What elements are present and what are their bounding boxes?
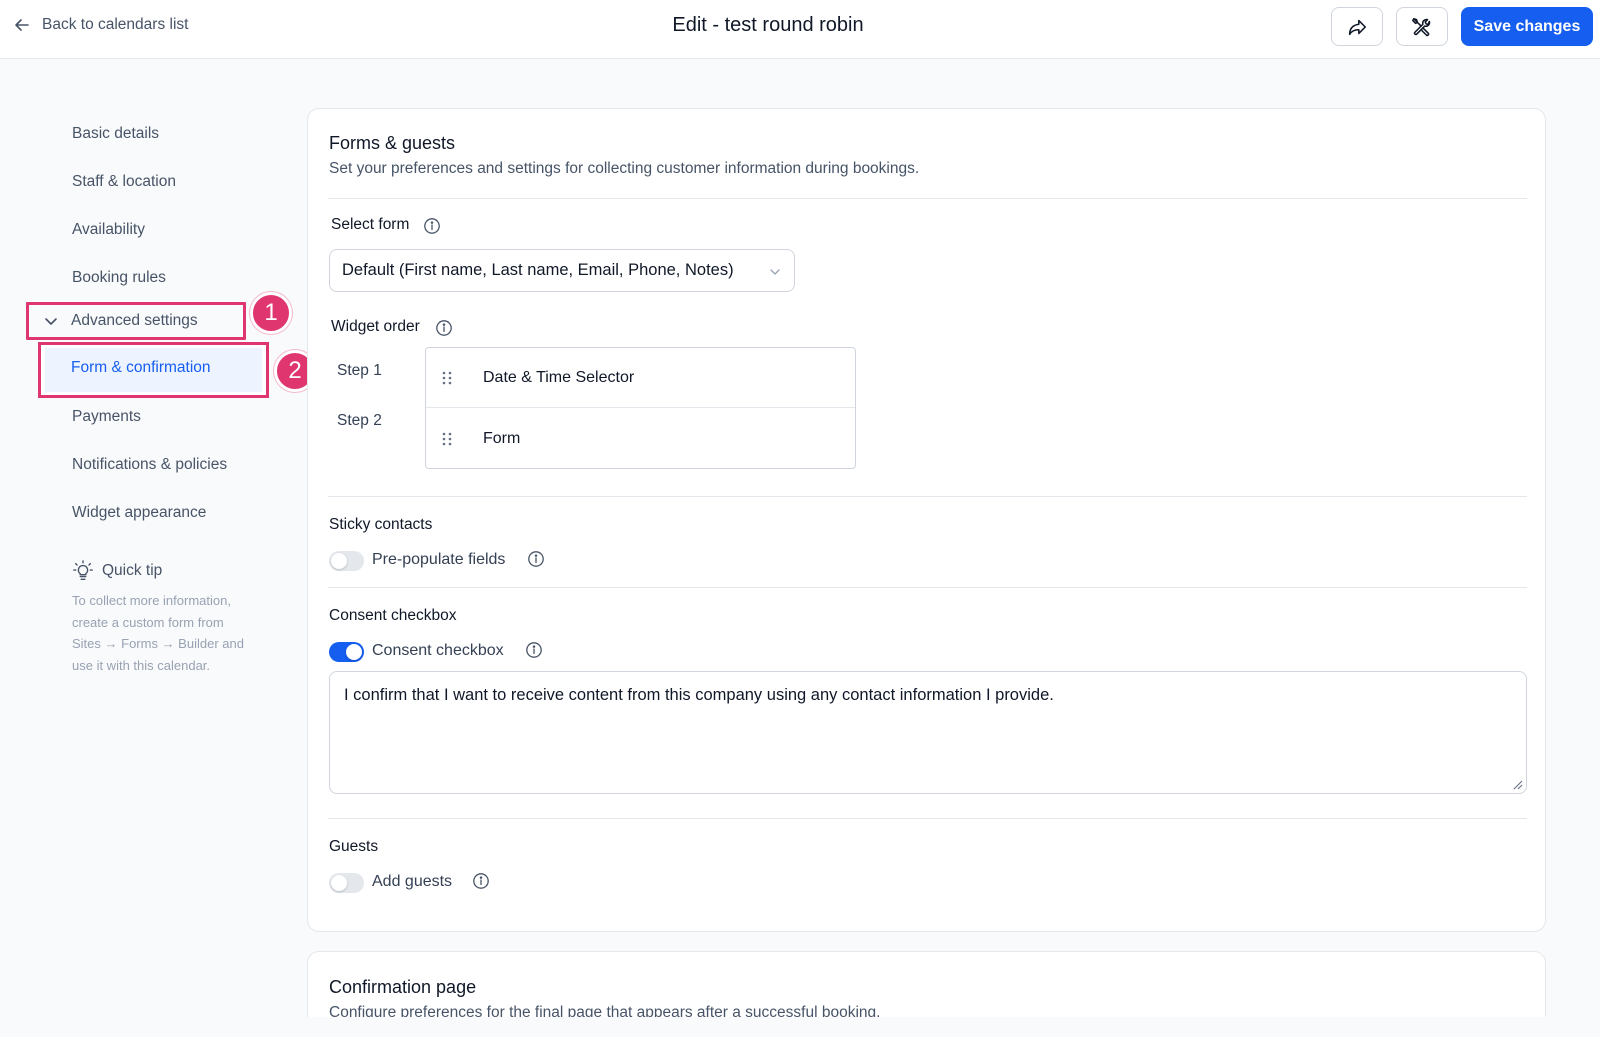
resize-icon[interactable] — [1511, 778, 1523, 790]
page-bottom-edge — [0, 1017, 1600, 1037]
sidebar-item-notifications-policies[interactable]: Notifications & policies — [72, 456, 227, 474]
forms-guests-description: Set your preferences and settings for co… — [329, 160, 920, 177]
confirmation-page-title: Confirmation page — [329, 977, 477, 997]
divider — [328, 587, 1527, 588]
add-guests-label: Add guests — [372, 873, 453, 890]
save-changes-button[interactable]: Save changes — [1461, 7, 1593, 46]
sidebar-item-form-confirmation[interactable]: Form & confirmation — [38, 342, 269, 398]
sidebar-item-availability[interactable]: Availability — [72, 221, 145, 239]
add-guests-toggle[interactable] — [329, 873, 364, 893]
sidebar-item-basic-details[interactable]: Basic details — [72, 125, 159, 143]
form-select-value: Default (First name, Last name, Email, P… — [342, 261, 734, 279]
quick-tip-heading: Quick tip — [72, 560, 162, 582]
info-icon[interactable] — [435, 319, 453, 337]
sidebar-item-advanced-settings[interactable]: Advanced settings — [26, 302, 246, 340]
pre-populate-toggle[interactable] — [329, 551, 364, 571]
sidebar-item-staff-location[interactable]: Staff & location — [72, 173, 176, 191]
widget-order-item[interactable]: Form — [426, 409, 855, 469]
forms-guests-title: Forms & guests — [329, 133, 456, 153]
share-icon — [1348, 19, 1367, 35]
toggle-knob — [331, 553, 347, 569]
sidebar-item-booking-rules[interactable]: Booking rules — [72, 269, 166, 287]
lightbulb-icon — [73, 560, 93, 580]
forms-guests-card — [307, 108, 1546, 932]
share-button[interactable] — [1331, 7, 1383, 46]
quick-tip-line: Sites → Forms → Builder and — [72, 636, 244, 651]
quick-tip-line: create a custom form from — [72, 614, 224, 630]
widget-name: Form — [483, 430, 521, 447]
tools-icon — [1412, 17, 1431, 36]
quick-tip-title: Quick tip — [102, 562, 163, 579]
page-title: Edit - test round robin — [672, 14, 864, 36]
pre-populate-label: Pre-populate fields — [372, 551, 506, 568]
quick-tip-line: use it with this calendar. — [72, 657, 211, 673]
form-confirmation-label: Form & confirmation — [71, 359, 211, 376]
consent-text: I confirm that I want to receive content… — [344, 686, 1054, 704]
top-bar: Back to calendars list Edit - test round… — [0, 0, 1600, 59]
consent-checkbox-section-label: Consent checkbox — [329, 607, 457, 624]
step-2-label: Step 2 — [337, 412, 382, 429]
tools-button[interactable] — [1396, 7, 1448, 46]
select-form-label: Select form — [331, 216, 410, 233]
divider — [328, 496, 1527, 497]
info-icon[interactable] — [472, 872, 490, 890]
sidebar-item-widget-appearance[interactable]: Widget appearance — [72, 504, 206, 522]
drag-handle-icon[interactable] — [440, 370, 454, 386]
info-icon[interactable] — [525, 641, 543, 659]
guests-label: Guests — [329, 838, 379, 855]
divider — [328, 818, 1527, 819]
chevron-down-icon — [770, 269, 780, 275]
step-1-label: Step 1 — [337, 362, 382, 379]
form-select[interactable]: Default (First name, Last name, Email, P… — [329, 249, 795, 292]
consent-checkbox-label: Consent checkbox — [372, 642, 504, 659]
annotation-badge-1: 1 — [250, 292, 292, 334]
quick-tip-line: To collect more information, — [72, 593, 231, 608]
info-icon[interactable] — [527, 550, 545, 568]
sidebar-item-payments[interactable]: Payments — [72, 408, 141, 426]
widget-name: Date & Time Selector — [483, 368, 635, 386]
toggle-knob — [346, 644, 362, 660]
consent-text-area[interactable]: I confirm that I want to receive content… — [329, 671, 1527, 794]
quick-tip-text: To collect more information, create a cu… — [72, 590, 267, 676]
toggle-knob — [331, 875, 347, 891]
chevron-down-icon — [45, 318, 57, 325]
widget-order-item[interactable]: Date & Time Selector — [426, 348, 855, 408]
drag-handle-icon[interactable] — [440, 431, 454, 447]
info-icon[interactable] — [423, 217, 441, 235]
widget-order-label: Widget order — [331, 318, 420, 335]
consent-checkbox-toggle[interactable] — [329, 642, 364, 662]
widget-order-list: Date & Time Selector Form — [425, 347, 856, 469]
advanced-settings-label: Advanced settings — [71, 312, 198, 329]
sticky-contacts-label: Sticky contacts — [329, 516, 433, 533]
divider — [328, 198, 1527, 199]
